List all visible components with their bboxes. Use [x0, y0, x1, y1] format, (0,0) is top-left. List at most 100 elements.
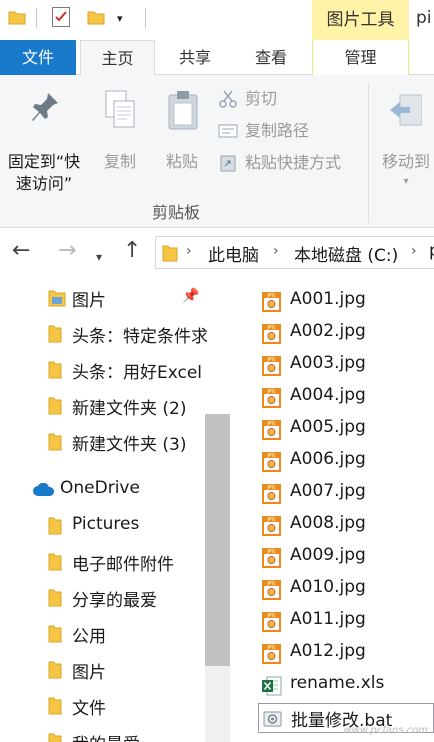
list-item[interactable]: JPG A002.jpg: [258, 319, 434, 349]
jpg-icon: JPG: [262, 356, 281, 376]
breadcrumb-separator-icon[interactable]: ›: [186, 243, 192, 259]
list-item[interactable]: JPG A009.jpg: [258, 543, 434, 573]
clipboard-group-label: 剪贴板: [152, 203, 201, 222]
list-item[interactable]: JPG A008.jpg: [258, 511, 434, 541]
new-folder-icon[interactable]: [87, 9, 105, 25]
folder-icon: [48, 361, 62, 379]
jpg-icon: JPG: [262, 420, 281, 440]
pin-icon[interactable]: 📌: [182, 288, 199, 304]
navigation-pane: 图片 📌 头条：特定条件求 头条：用好Excel 新建文件夹 (2) 新建文件夹…: [0, 276, 230, 742]
nav-item-folder[interactable]: 头条：用好Excel: [0, 352, 210, 388]
customize-quick-access-dropdown[interactable]: ▾: [117, 12, 123, 25]
forward-arrow-icon[interactable]: →: [58, 238, 76, 264]
window-title: pi: [416, 8, 432, 28]
tab-home[interactable]: 主页: [80, 40, 155, 76]
folder-icon: [48, 553, 62, 571]
cloud-icon: [33, 483, 55, 496]
nav-item-folder[interactable]: 图片: [0, 652, 210, 688]
address-bar[interactable]: › 此电脑 › 本地磁盘 (C:) › pi: [155, 236, 434, 269]
folder-icon: [162, 245, 178, 262]
tab-manage[interactable]: 管理: [312, 40, 409, 75]
tab-view[interactable]: 查看: [236, 40, 306, 75]
jpg-icon: JPG: [262, 388, 281, 408]
list-item[interactable]: JPG A007.jpg: [258, 479, 434, 509]
svg-text:JPG: JPG: [266, 293, 275, 299]
nav-item-folder[interactable]: 新建文件夹 (3): [0, 424, 210, 460]
properties-icon[interactable]: [52, 7, 70, 27]
title-bar: ▾ 图片工具 pi: [0, 0, 434, 40]
copy-path-icon: [218, 124, 238, 138]
up-arrow-icon[interactable]: ↑: [123, 238, 141, 264]
nav-pane-scrollbar[interactable]: [205, 414, 230, 742]
folder-icon: [48, 661, 62, 679]
tab-share[interactable]: 共享: [160, 40, 230, 75]
nav-item-onedrive[interactable]: OneDrive: [0, 472, 210, 508]
list-item[interactable]: JPG A012.jpg: [258, 639, 434, 669]
nav-item-folder[interactable]: 文件: [0, 688, 210, 724]
nav-item-folder[interactable]: Pictures: [0, 508, 210, 544]
paste-button[interactable]: 粘贴: [156, 85, 208, 195]
ribbon-home: 固定到“快 速访问” 复制 粘贴 剪切 复制路径 粘贴快捷方式 剪贴板 移动到 …: [0, 75, 434, 228]
pin-to-quick-access-button[interactable]: 固定到“快 速访问”: [4, 85, 84, 195]
nav-item-folder[interactable]: 新建文件夹 (2): [0, 388, 210, 424]
separator: [36, 8, 37, 28]
list-item[interactable]: JPG A011.jpg: [258, 607, 434, 637]
nav-item-folder[interactable]: 头条：特定条件求: [0, 316, 210, 352]
svg-text:JPG: JPG: [266, 485, 275, 491]
copy-button[interactable]: 复制: [94, 85, 146, 195]
svg-text:JPG: JPG: [266, 357, 275, 363]
move-to-button[interactable]: 移动到 ▾: [374, 85, 434, 195]
tab-file[interactable]: 文件: [0, 40, 76, 75]
jpg-icon: JPG: [262, 580, 281, 600]
breadcrumb-this-pc[interactable]: 此电脑: [208, 241, 259, 266]
folder-icon: [48, 697, 62, 715]
file-list: JPG A001.jpg JPG A002.jpg JPG A003.jpg J…: [230, 276, 434, 742]
folder-icon: [48, 517, 62, 535]
list-item[interactable]: rename.xls: [258, 671, 434, 701]
breadcrumb-local-disk[interactable]: 本地磁盘 (C:): [294, 241, 398, 266]
recent-locations-chevron-icon[interactable]: ▾: [96, 244, 102, 270]
breadcrumb-current-folder[interactable]: pi: [429, 241, 434, 261]
batch-file-icon: [263, 711, 282, 727]
nav-item-folder[interactable]: 我的最爱: [0, 724, 210, 742]
pictures-folder-icon: [48, 290, 66, 307]
svg-text:JPG: JPG: [266, 645, 275, 651]
scrollbar-thumb[interactable]: [205, 414, 230, 666]
navigation-bar: ← → ▾ ↑ › 此电脑 › 本地磁盘 (C:) › pi: [0, 228, 434, 276]
list-item[interactable]: JPG A001.jpg: [258, 287, 434, 317]
ribbon-tabs: 文件 主页 共享 查看 管理: [0, 40, 434, 76]
nav-item-folder[interactable]: 公用: [0, 616, 210, 652]
folder-icon: [48, 625, 62, 643]
svg-text:JPG: JPG: [266, 581, 275, 587]
jpg-icon: JPG: [262, 324, 281, 344]
svg-text:JPG: JPG: [266, 421, 275, 427]
list-item[interactable]: JPG A005.jpg: [258, 415, 434, 445]
move-to-icon: [390, 94, 422, 126]
breadcrumb-separator-icon[interactable]: ›: [273, 243, 279, 259]
excel-icon: [262, 676, 282, 696]
copy-icon: [105, 90, 135, 128]
folder-icon: [48, 397, 62, 415]
svg-text:JPG: JPG: [266, 389, 275, 395]
jpg-icon: JPG: [262, 452, 281, 472]
watermark: www.pcfans.com: [343, 725, 428, 736]
jpg-icon: JPG: [262, 292, 281, 312]
back-arrow-icon[interactable]: ←: [12, 238, 30, 264]
svg-text:JPG: JPG: [266, 549, 275, 555]
list-item[interactable]: JPG A006.jpg: [258, 447, 434, 477]
nav-item-pictures-pinned[interactable]: 图片 📌: [0, 280, 210, 316]
nav-item-folder[interactable]: 分享的最爱: [0, 580, 210, 616]
svg-text:JPG: JPG: [266, 325, 275, 331]
picture-tools-label: 图片工具: [312, 0, 409, 40]
list-item[interactable]: JPG A004.jpg: [258, 383, 434, 413]
jpg-icon: JPG: [262, 644, 281, 664]
scissors-icon: [219, 90, 237, 108]
separator: [145, 8, 146, 28]
list-item[interactable]: JPG A003.jpg: [258, 351, 434, 381]
move-to-dropdown-icon: ▾: [403, 176, 409, 187]
nav-item-folder[interactable]: 电子邮件附件: [0, 544, 210, 580]
folder-icon[interactable]: [8, 9, 26, 25]
breadcrumb-separator-icon[interactable]: ›: [411, 243, 417, 259]
list-item[interactable]: JPG A010.jpg: [258, 575, 434, 605]
folder-icon: [48, 433, 62, 451]
